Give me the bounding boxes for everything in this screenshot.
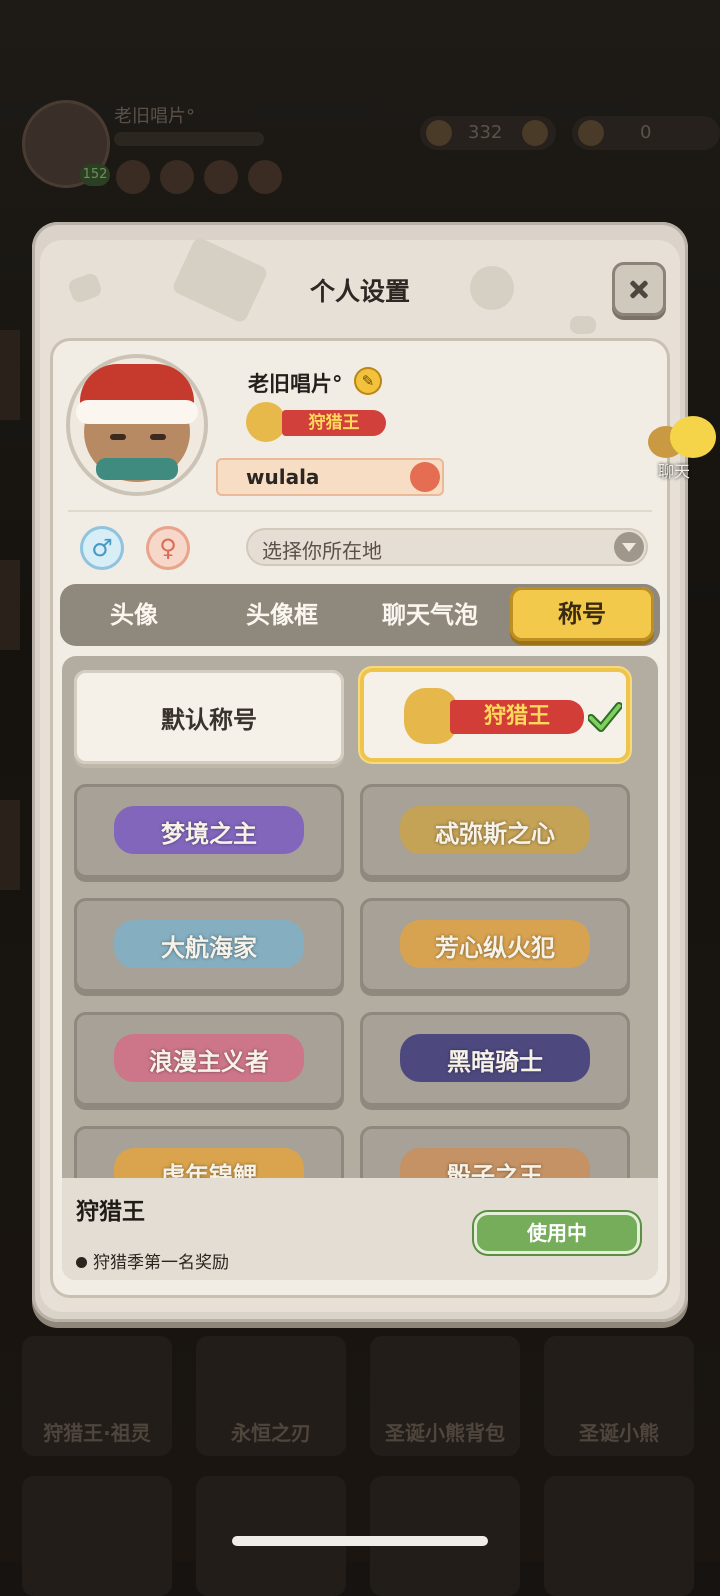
tab-title[interactable]: 称号 [510, 587, 654, 641]
bg-item-card: 永恒之刃 [196, 1336, 346, 1456]
avatar-eye [150, 434, 166, 440]
equipped-title-label: 狩猎王 [282, 410, 386, 436]
avatar-scarf [96, 458, 178, 480]
title-option-dark-knight[interactable]: 黑暗骑士 [360, 1012, 630, 1106]
title-option-label: 忒弥斯之心 [435, 820, 555, 848]
location-select[interactable]: 选择你所在地 [246, 528, 648, 566]
badge-icon [248, 160, 282, 194]
resource-counter: 0 [572, 116, 720, 150]
divider [68, 510, 652, 512]
chat-mascot-icon [670, 416, 716, 458]
title-option-romantic[interactable]: 浪漫主义者 [74, 1012, 344, 1106]
title-option-navigator[interactable]: 大航海家 [74, 898, 344, 992]
decor-shape [570, 316, 596, 334]
detail-title: 狩猎王 [76, 1199, 145, 1225]
signature-text: wulala [246, 465, 320, 489]
equipped-title-badge: 狩猎王 [242, 402, 390, 442]
plus-icon [522, 120, 548, 146]
player-level-badge: 152 [80, 164, 110, 186]
title-option-label: 黑暗骑士 [447, 1048, 543, 1076]
gem-icon [578, 120, 604, 146]
title-option-dream-lord[interactable]: 梦境之主 [74, 784, 344, 878]
title-detail: 狩猎王 狩猎季第一名奖励 使用中 [62, 1178, 658, 1280]
badge-icon [116, 160, 150, 194]
avatar[interactable] [66, 354, 208, 496]
tab-chat-bubble[interactable]: 聊天气泡 [360, 584, 500, 646]
detail-description: 狩猎季第一名奖励 [76, 1248, 229, 1273]
hat-fur [76, 400, 198, 424]
settings-panel: 老旧唱片° ✎ 狩猎王 wulala ♂ ♀ 选择你所在地 头像 头像框 聊天气… [50, 338, 670, 1298]
bg-item-card: 狩猎王·祖灵 [22, 1336, 172, 1456]
title-option-label: 大航海家 [161, 934, 257, 962]
gender-male-button[interactable]: ♂ [80, 526, 124, 570]
coin-icon [426, 120, 452, 146]
modal-title: 个人设置 [309, 277, 410, 306]
experience-bar [114, 132, 264, 146]
chat-label: 聊天 [658, 462, 691, 481]
king-icon [246, 402, 286, 442]
bg-item-card [544, 1476, 694, 1596]
badge-icon [204, 160, 238, 194]
in-use-button[interactable]: 使用中 [474, 1212, 640, 1254]
signature-field[interactable]: wulala [216, 458, 444, 496]
title-option-label: 狩猎王 [450, 700, 584, 734]
resource-counter [516, 116, 556, 150]
title-option-label: 默认称号 [161, 706, 257, 734]
nickname: 老旧唱片° [248, 372, 343, 396]
chevron-down-icon[interactable] [614, 532, 644, 562]
home-indicator[interactable] [232, 1536, 488, 1546]
title-option-heart-arsonist[interactable]: 芳心纵火犯 [360, 898, 630, 992]
category-tabs: 头像 头像框 聊天气泡 称号 [60, 584, 660, 646]
signature-decor-icon [410, 462, 440, 492]
bg-item-card: 圣诞小熊背包 [370, 1336, 520, 1456]
bg-item-card: 圣诞小熊 [544, 1336, 694, 1456]
gender-female-button[interactable]: ♀ [146, 526, 190, 570]
location-placeholder: 选择你所在地 [262, 539, 382, 563]
title-option-hunter-king[interactable]: 狩猎王 [360, 668, 630, 762]
title-option-label: 芳心纵火犯 [435, 934, 555, 962]
side-tab [0, 800, 20, 890]
check-icon [588, 702, 622, 732]
player-name: 老旧唱片° [114, 106, 195, 127]
floating-chat-button[interactable]: 聊天 [648, 414, 720, 484]
close-button[interactable] [612, 262, 666, 316]
title-option-label: 浪漫主义者 [149, 1048, 269, 1076]
tab-avatar[interactable]: 头像 [64, 584, 204, 646]
title-option-default[interactable]: 默认称号 [74, 670, 344, 764]
tab-avatar-frame[interactable]: 头像框 [212, 584, 352, 646]
side-tab [0, 330, 20, 420]
personal-settings-modal: 个人设置 老旧唱片° ✎ 狩猎王 wulala ♂ ♀ 选择你所在地 头像 头像… [32, 222, 688, 1322]
title-option-label: 梦境之主 [161, 820, 257, 848]
badge-icon [160, 160, 194, 194]
side-tab [0, 560, 20, 650]
title-option-themis-heart[interactable]: 忒弥斯之心 [360, 784, 630, 878]
edit-pencil-icon[interactable]: ✎ [354, 367, 382, 395]
avatar-eye [110, 434, 126, 440]
bg-item-card [22, 1476, 172, 1596]
